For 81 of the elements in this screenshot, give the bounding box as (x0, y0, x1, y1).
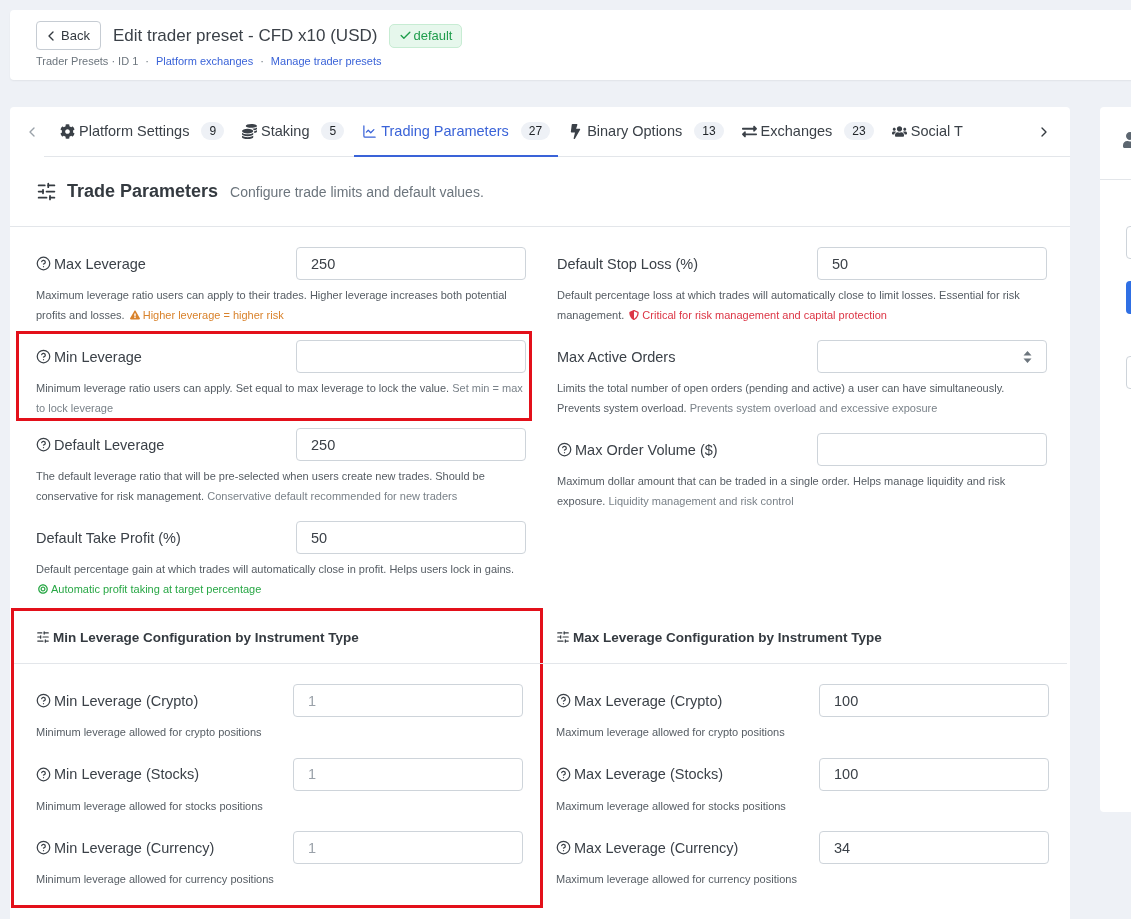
input-field[interactable]: 100 (819, 757, 1049, 791)
tab-count: 5 (321, 122, 345, 140)
hint-text: Minimum leverage allowed for stocks positions (36, 798, 264, 814)
input-field[interactable]: 250 (296, 247, 526, 280)
breadcrumb-link[interactable]: Manage trader presets (270, 55, 382, 67)
section-subtitle: Configure trade limits and default values. (230, 183, 484, 200)
field-label: Min Leverage (Currency) (54, 839, 215, 856)
field-label: Min Leverage (Stocks) (54, 766, 200, 782)
input-field[interactable]: 250 (296, 428, 526, 461)
separator: · (260, 55, 264, 67)
help-icon[interactable] (36, 840, 51, 855)
tab[interactable]: Social T (883, 107, 971, 157)
people-icon (891, 123, 907, 139)
input-field[interactable]: 34 (819, 831, 1049, 864)
arrows-icon (741, 123, 757, 139)
hint-text: Minimum leverage allowed for crypto positions (36, 725, 263, 740)
help-icon[interactable] (36, 766, 51, 782)
subsection-title: Min Leverage Configuration by Instrument Type (53, 629, 359, 645)
field-label: Max Active Orders (557, 348, 676, 365)
separator: · (145, 55, 149, 67)
line-chart-icon (362, 123, 378, 139)
breadcrumb-text: Trader Presets · ID 1 (36, 55, 139, 67)
tab[interactable]: Binary Options 13 (560, 107, 732, 157)
tab[interactable]: Trading Parameters 27 (354, 107, 559, 157)
input-field[interactable]: 100 (819, 684, 1049, 717)
tab-count: 23 (844, 122, 874, 140)
input-field[interactable]: 50 (296, 521, 526, 554)
hint-text: The default leverage ratio that will be pre-selected when users create new trades. Should be conservative for risk management. Conservative default recommended for new traders (36, 469, 486, 504)
field-label: Min Leverage (Crypto) (54, 692, 199, 709)
help-icon[interactable] (556, 840, 571, 855)
tab-count: 13 (694, 122, 724, 140)
field-label: Max Leverage (Crypto) (574, 692, 723, 709)
tab[interactable]: Exchanges 23 (733, 107, 882, 157)
input-field[interactable] (296, 340, 526, 373)
sliders-icon (556, 630, 570, 644)
hint-text: Default percentage loss at which trades will automatically close to limit losses. Essential for risk management. Critical for risk management and capital protection (557, 288, 1021, 323)
hint-text: Maximum leverage allowed for currency positions (556, 872, 798, 887)
field-label: Default Leverage (54, 436, 165, 453)
tab-count: 9 (201, 122, 225, 140)
tab-count: 27 (520, 122, 551, 140)
tab[interactable]: Platform Settings 9 (52, 107, 233, 157)
hint-text: Maximum leverage ratio users can apply to their trades. Higher leverage increases both potential profits and losses. Higher leverage = higher risk (36, 288, 508, 323)
section-title: Trade Parameters (67, 181, 219, 202)
input-field[interactable]: 1 (293, 684, 523, 717)
hint-text: Maximum leverage allowed for crypto positions (556, 725, 786, 740)
sliders-icon (36, 181, 57, 202)
input-field[interactable] (817, 433, 1047, 466)
help-icon[interactable] (36, 256, 51, 271)
field-label: Max Leverage (54, 255, 146, 272)
help-icon[interactable] (36, 437, 51, 452)
field-label: Max Leverage (Currency) (574, 839, 739, 856)
input-field[interactable]: 1 (293, 831, 523, 864)
default-badge: default (389, 23, 463, 48)
help-icon[interactable] (36, 693, 51, 708)
hint-text: Default percentage gain at which trades will automatically close in profit. Helps users lock in gains. Automatic profit taking at target percentage (36, 562, 516, 597)
input-field[interactable]: 50 (817, 247, 1047, 280)
hint-text: Maximum leverage allowed for stocks positions (556, 798, 787, 814)
help-icon[interactable] (557, 442, 572, 457)
help-icon[interactable] (556, 766, 571, 782)
field-label: Max Order Volume ($) (575, 441, 718, 458)
help-icon[interactable] (556, 693, 571, 708)
coins-icon (242, 123, 258, 139)
hint-text: Minimum leverage ratio users can apply. Set equal to max leverage to lock the value. Set min = max to lock leverage (36, 381, 524, 416)
breadcrumb-link[interactable]: Platform exchanges (155, 55, 254, 67)
tab[interactable]: Staking 5 (234, 107, 353, 157)
help-icon[interactable] (36, 349, 51, 364)
hint-text: Limits the total number of open orders (pending and active) a user can have simultaneously. Prevents system overload. Prevents system overload and excessive exposure (557, 381, 1006, 416)
hint-text: Maximum dollar amount that can be traded in a single order. Helps manage liquidity and risk exposure. Liquidity management and risk control (557, 474, 1007, 509)
back-button[interactable]: Back (36, 21, 101, 50)
field-label: Default Take Profit (%) (36, 529, 181, 546)
input-field[interactable]: 1 (293, 757, 523, 791)
subsection-title: Max Leverage Configuration by Instrument Type (573, 629, 882, 645)
number-field[interactable] (817, 340, 1047, 373)
spinner-icon[interactable] (1023, 349, 1032, 364)
field-label: Default Stop Loss (%) (557, 255, 699, 272)
sliders-icon (36, 630, 50, 644)
field-label: Min Leverage (54, 348, 142, 365)
field-label: Max Leverage (Stocks) (574, 766, 724, 782)
gear-icon (60, 123, 75, 139)
page-title: Edit trader preset - CFD x10 (USD) (112, 25, 378, 46)
hint-text: Minimum leverage allowed for currency positions (36, 872, 275, 887)
